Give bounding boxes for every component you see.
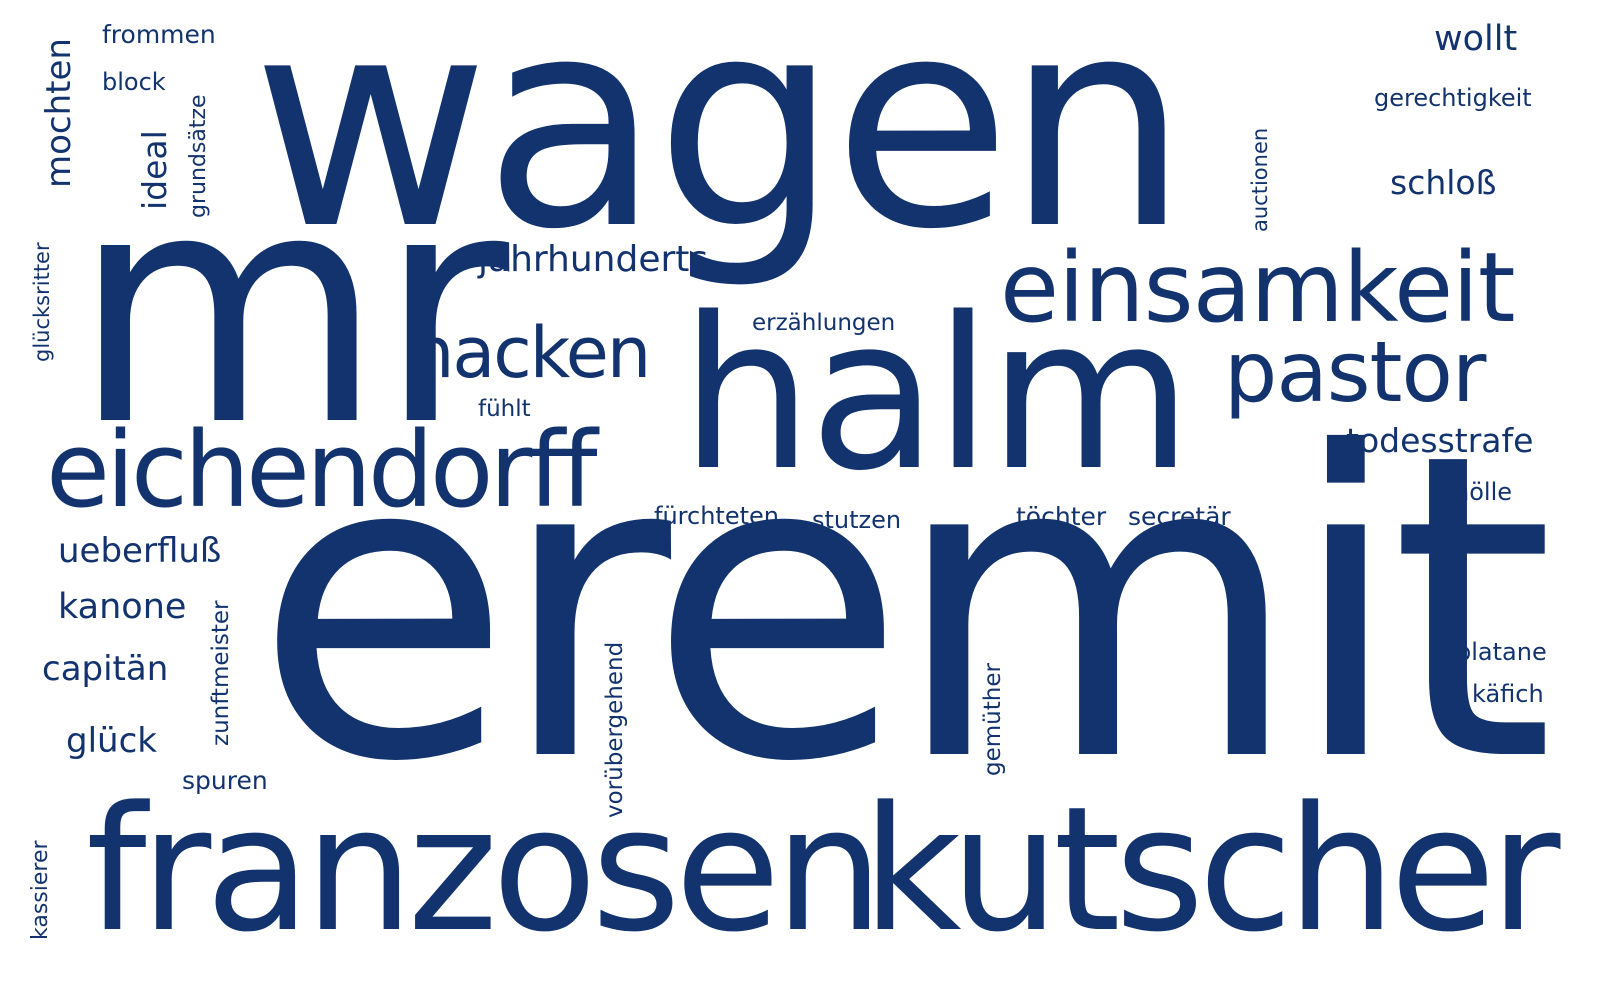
word-kaefich: käfich xyxy=(1472,680,1544,708)
word-stutzen: stutzen xyxy=(812,506,902,534)
word-einsamkeit: einsamkeit xyxy=(1000,232,1515,344)
word-toechter: töchter xyxy=(1016,502,1107,531)
word-gemuether: gemüther xyxy=(980,663,1006,776)
word-kanone: kanone xyxy=(58,587,187,627)
word-kassierer: kassierer xyxy=(28,840,53,940)
word-wollt: wollt xyxy=(1434,19,1518,59)
word-hacken: hacken xyxy=(410,312,651,394)
word-block: block xyxy=(102,68,166,96)
word-secretaer: secretär xyxy=(1128,502,1231,531)
word-auctionen: auctionen xyxy=(1248,127,1272,232)
word-platane: platane xyxy=(1456,638,1547,666)
word-mochten: mochten xyxy=(39,38,79,188)
word-voruebergehend: vorübergehend xyxy=(602,641,628,818)
word-gerechtigkeit: gerechtigkeit xyxy=(1374,84,1532,112)
word-franzosen: franzosen xyxy=(86,769,884,970)
word-zunftmeister: zunftmeister xyxy=(208,600,234,747)
word-ueberfluss: ueberfluß xyxy=(58,531,222,571)
word-spuren: spuren xyxy=(182,766,268,795)
word-capitaen: capitän xyxy=(42,649,169,689)
word-kutscher: kutscher xyxy=(862,769,1560,970)
word-erzaehlungen: erzählungen xyxy=(752,310,896,336)
word-eichendorff: eichendorff xyxy=(46,409,597,531)
word-gluecksritter: glücksritter xyxy=(30,242,54,362)
word-ideal: ideal xyxy=(135,130,174,210)
word-pastor: pastor xyxy=(1224,323,1486,421)
word-schloss: schloß xyxy=(1390,163,1497,202)
word-cloud: wagen mr eremit halm franzosen kutscher … xyxy=(0,0,1600,1000)
word-jahrhunderts: jahrhunderts xyxy=(478,239,709,280)
word-fuerchteten: fürchteten xyxy=(654,502,779,530)
word-frommen: frommen xyxy=(102,20,216,49)
word-todesstrafe: todesstrafe xyxy=(1346,421,1534,460)
word-grundsaetze: grundsätze xyxy=(186,94,211,218)
word-fuehlt: fühlt xyxy=(478,396,531,422)
word-glueck: glück xyxy=(66,721,157,761)
word-hoelle: hölle xyxy=(1454,478,1512,506)
